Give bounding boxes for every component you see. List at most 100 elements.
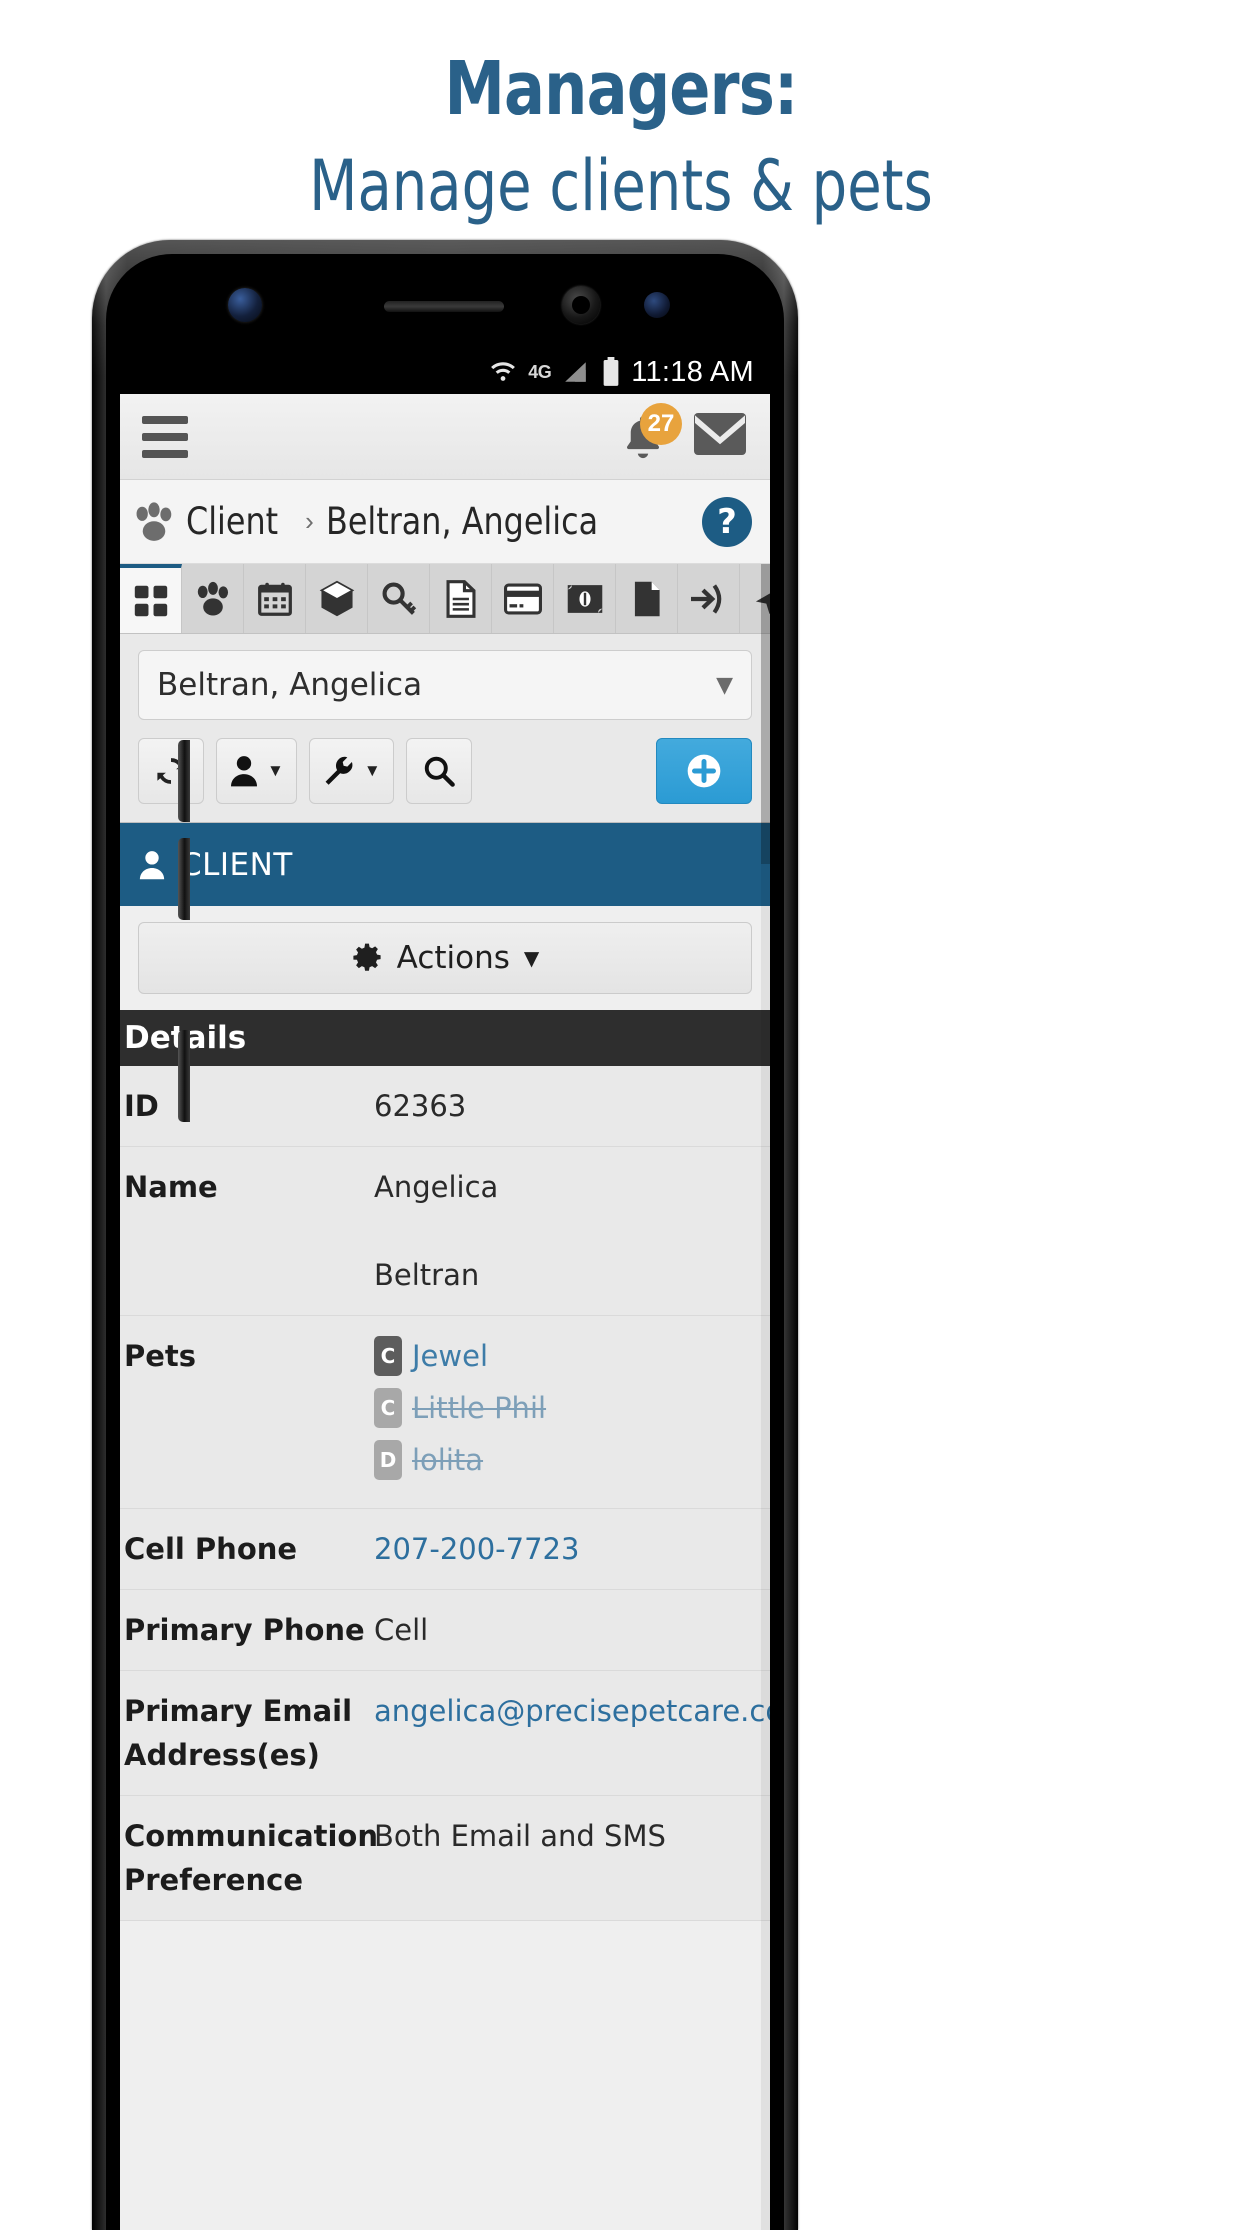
document-lines-icon (445, 579, 476, 618)
section-title: CLIENT (180, 846, 293, 883)
table-row: Cell Phone 207-200-7723 (120, 1509, 770, 1590)
pet-name-link[interactable]: Jewel (412, 1334, 488, 1378)
front-camera-icon (562, 286, 600, 324)
key-icon (382, 582, 416, 615)
last-name-value: Beltran (374, 1258, 480, 1292)
row-label: Pets (124, 1339, 197, 1373)
app-bar: 27 (120, 394, 770, 480)
help-question-icon[interactable]: ? (702, 496, 752, 547)
chevron-down-icon: ▼ (716, 672, 733, 698)
pet-species-badge: C (374, 1388, 402, 1428)
table-row: Primary Phone Cell (120, 1590, 770, 1671)
client-select[interactable]: Beltran, Angelica ▼ (138, 650, 752, 720)
row-label: Cell Phone (124, 1532, 298, 1566)
file-icon (634, 581, 660, 616)
assistant-button[interactable] (178, 1030, 190, 1122)
refresh-button[interactable] (138, 738, 204, 804)
wrench-icon (325, 756, 353, 785)
table-row: Primary Email Address(es) angelica@preci… (120, 1671, 770, 1796)
promo-title: Managers: (444, 46, 798, 132)
person-icon (139, 850, 165, 879)
pet-name-link[interactable]: lolita (412, 1438, 483, 1482)
plus-circle-icon (687, 754, 721, 788)
signal-bars-icon (561, 359, 591, 385)
tab-files[interactable] (616, 564, 678, 633)
breadcrumb-separator-icon: › (305, 506, 314, 536)
actions-row: Actions ▼ (120, 906, 770, 1010)
notification-badge: 27 (640, 402, 682, 445)
tab-calendar[interactable] (244, 564, 306, 633)
row-label: Name (124, 1170, 218, 1204)
table-row: ID 62363 (120, 1066, 770, 1147)
vertical-scrollbar[interactable] (761, 564, 770, 2230)
pet-name-link[interactable]: Little Phil (412, 1386, 546, 1430)
tab-dashboard[interactable] (120, 564, 182, 633)
credit-card-icon (503, 582, 542, 615)
status-bar: 4G 11:18 AM (120, 350, 770, 394)
client-filter-button[interactable]: ▼ (216, 738, 297, 804)
breadcrumb-root[interactable]: Client (186, 500, 278, 543)
tab-login-as[interactable] (678, 564, 740, 633)
box-icon (319, 580, 354, 616)
paw-icon (136, 501, 172, 541)
tools-button[interactable]: ▼ (308, 738, 394, 804)
search-button[interactable] (405, 738, 472, 804)
row-label: Primary Phone (124, 1613, 365, 1647)
phone-device: 4G 11:18 AM 27 Client › Beltran, Angelic… (92, 240, 798, 2230)
promo-subtitle: Manage clients & pets (309, 145, 933, 227)
phone-bezel: 4G 11:18 AM 27 Client › Beltran, Angelic… (106, 254, 784, 2230)
tab-pets[interactable] (182, 564, 244, 633)
list-item[interactable]: C Little Phil (374, 1386, 766, 1430)
actions-button[interactable]: Actions ▼ (138, 922, 752, 994)
grid-icon (134, 585, 167, 616)
row-value: 62363 (374, 1089, 467, 1123)
tab-packages[interactable] (306, 564, 368, 633)
details-table: ID 62363 Name Angelica Beltran Pets C Je… (120, 1066, 770, 1921)
pet-species-badge: D (374, 1440, 402, 1480)
messages-button[interactable] (692, 411, 748, 462)
client-select-value: Beltran, Angelica (157, 667, 423, 703)
caret-down-icon: ▼ (267, 761, 284, 780)
hamburger-menu-icon[interactable] (142, 415, 188, 458)
money-icon (567, 584, 602, 613)
row-value: Cell (374, 1613, 429, 1647)
volume-down-button[interactable] (178, 838, 190, 920)
promo-header: Managers: Manage clients & pets (0, 0, 1242, 228)
iris-scanner-icon (228, 288, 262, 322)
tab-strip (120, 564, 770, 634)
network-type-label: 4G (528, 361, 552, 382)
toolbar: ▼ ▼ (120, 730, 770, 822)
breadcrumb: Client › Beltran, Angelica ? (120, 480, 770, 564)
tab-billing[interactable] (554, 564, 616, 633)
actions-label: Actions (396, 940, 510, 976)
section-banner-client: CLIENT (120, 822, 770, 906)
clock-label: 11:18 AM (631, 355, 754, 388)
first-name-value: Angelica (374, 1170, 499, 1204)
tab-notes[interactable] (430, 564, 492, 633)
pets-list: C Jewel C Little Phil D lolita (374, 1334, 766, 1490)
add-button[interactable] (656, 738, 752, 804)
table-row: Pets C Jewel C Little Phil D lolita (120, 1316, 770, 1509)
gear-icon (353, 943, 381, 971)
paw-icon (197, 581, 228, 615)
search-icon (424, 756, 455, 787)
table-row: Name Angelica Beltran (120, 1147, 770, 1316)
row-value-link[interactable]: angelica@precisepetcare.com (374, 1689, 770, 1777)
tab-keys[interactable] (368, 564, 430, 633)
list-item[interactable]: C Jewel (374, 1334, 766, 1378)
battery-icon (601, 357, 621, 387)
row-value: Angelica Beltran (374, 1165, 766, 1297)
caret-down-icon: ▼ (363, 761, 381, 780)
app-bar-actions: 27 (620, 402, 748, 463)
tab-payment-methods[interactable] (492, 564, 554, 633)
wifi-icon (488, 359, 518, 385)
notifications-button[interactable]: 27 (620, 402, 682, 463)
details-header: Details (120, 1010, 770, 1066)
volume-up-button[interactable] (178, 740, 190, 822)
envelope-icon (694, 413, 746, 455)
person-icon (231, 756, 257, 787)
earpiece-speaker (384, 301, 504, 312)
list-item[interactable]: D lolita (374, 1438, 766, 1482)
phone-screen: 4G 11:18 AM 27 Client › Beltran, Angelic… (120, 350, 770, 2230)
row-value-link[interactable]: 207-200-7723 (374, 1527, 766, 1571)
